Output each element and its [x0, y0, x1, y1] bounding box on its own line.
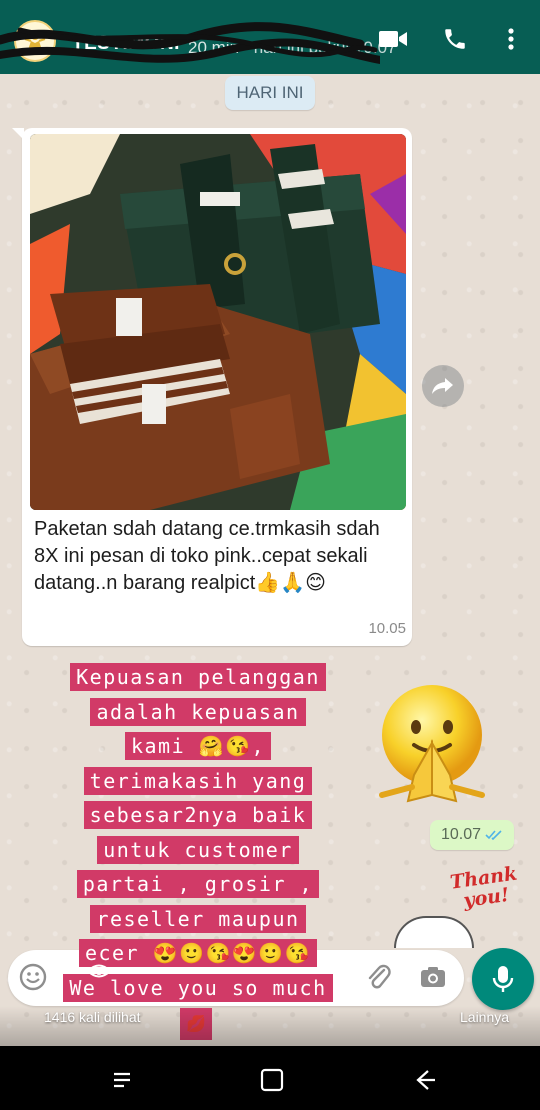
outgoing-message-time: 10.07 [430, 820, 514, 850]
story-overlay-text: Kepuasan pelanggan adalah kepuasan kami … [48, 660, 348, 1005]
chat-subtitle: 20 min hari ini pukul 10.07 [188, 38, 396, 58]
overlay-line: adalah kepuasan [48, 695, 348, 730]
chat-header: TESTIMONI 20 min hari ini pukul 10.07 [0, 0, 540, 74]
recent-apps-icon[interactable] [108, 1066, 136, 1094]
praying-emoji-sticker[interactable] [372, 683, 492, 803]
overlay-line: partai , grosir , [48, 867, 348, 902]
home-icon[interactable] [258, 1066, 286, 1094]
message-time: 10.05 [368, 620, 406, 637]
overlay-line: terimakasih yang [48, 764, 348, 799]
android-nav-bar [0, 1046, 540, 1110]
chat-title[interactable]: TESTIMONI [72, 33, 180, 55]
message-photo[interactable] [30, 134, 406, 510]
paperclip-icon[interactable] [364, 962, 396, 994]
message-caption: Paketan sdah datang ce.trmkasih sdah 8X … [34, 518, 380, 594]
overlay-line: reseller maupun [48, 902, 348, 937]
camera-icon[interactable] [418, 962, 450, 994]
incoming-message-bubble[interactable]: Paketan sdah datang ce.trmkasih sdah 8X … [12, 128, 412, 646]
avatar-icon[interactable] [14, 20, 56, 62]
more-link[interactable]: Lainnya [460, 1009, 509, 1025]
last-seen-time: 20 min [188, 38, 240, 57]
outgoing-time-label: 10.07 [440, 826, 482, 843]
back-icon[interactable] [410, 1066, 438, 1094]
overlay-line: Kepuasan pelanggan [48, 660, 348, 695]
date-divider: HARI INI [225, 76, 315, 110]
overlay-line: sebesar2nya baik [48, 798, 348, 833]
eye-icon[interactable] [86, 958, 112, 984]
scribble-redaction [0, 22, 380, 64]
views-count[interactable]: 1416 kali dilihat [44, 1009, 141, 1025]
emoji-icon[interactable] [18, 962, 50, 994]
overlay-line: untuk customer [48, 833, 348, 868]
more-vert-icon[interactable] [494, 22, 528, 56]
forward-icon[interactable] [422, 365, 464, 407]
mic-icon[interactable] [472, 948, 534, 1010]
double-check-icon [485, 830, 502, 841]
phone-icon[interactable] [438, 22, 472, 56]
video-call-icon[interactable] [376, 22, 410, 56]
overlay-line: kami 🤗😘, [48, 729, 348, 764]
